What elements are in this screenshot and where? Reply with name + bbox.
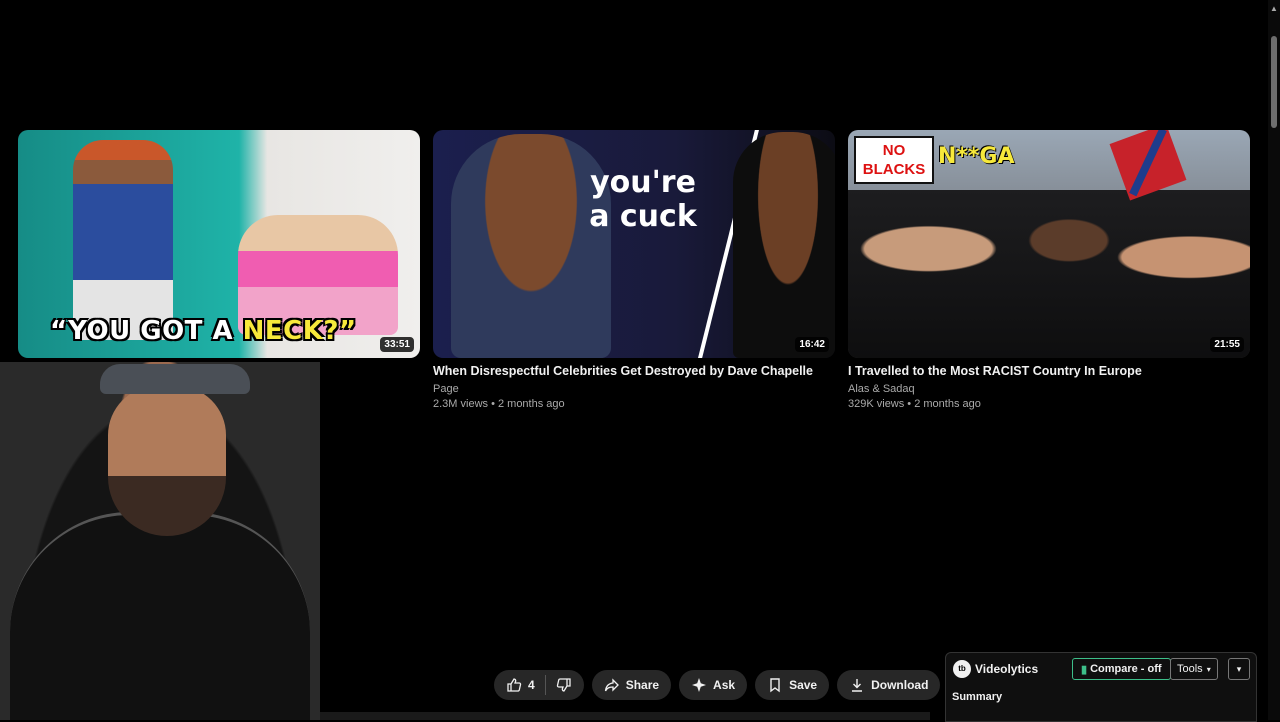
video-thumbnail[interactable]: NO BLACKS N**GA 21:55 [848, 130, 1250, 358]
video-title[interactable]: I Travelled to the Most RACIST Country I… [848, 364, 1250, 378]
tools-label: Tools [1177, 663, 1203, 675]
download-button[interactable]: Download [837, 670, 941, 700]
thumbnail-caption: you're a cuck [589, 165, 697, 234]
sparkle-icon [691, 677, 707, 693]
streamer-cap [100, 364, 250, 394]
save-button[interactable]: Save [755, 670, 830, 700]
videolytics-logo-icon: tb [953, 660, 971, 678]
thumbs-down-icon[interactable] [556, 677, 572, 693]
chevron-down-icon: ▾ [1206, 664, 1211, 674]
videolytics-brand: Videolytics [975, 662, 1039, 676]
share-button[interactable]: Share [591, 670, 672, 700]
thumbnail-caption: N**GA [938, 144, 1015, 169]
video-meta: 2.3M views • 2 months ago [433, 398, 565, 410]
channel-name[interactable]: Page [433, 383, 835, 395]
thumbs-up-icon[interactable] [506, 677, 522, 693]
summary-heading: Summary [952, 691, 1003, 703]
webcam-overlay [0, 362, 320, 720]
video-card-3[interactable]: NO BLACKS N**GA 21:55 I Travelled to the… [848, 130, 1250, 410]
like-separator [544, 675, 546, 695]
compare-label: Compare - off [1090, 663, 1162, 675]
streamer-body [10, 512, 310, 720]
thumbnail-caption: “YOU GOT A NECK?” [50, 316, 357, 346]
video-duration: 33:51 [380, 337, 414, 352]
thumbnail-person [73, 140, 173, 340]
channel-name[interactable]: Alas & Sadaq [848, 383, 1250, 395]
compare-toggle-button[interactable]: ▮ Compare - off [1072, 658, 1171, 680]
tools-dropdown[interactable]: Tools ▾ [1170, 658, 1218, 680]
video-meta: 329K views • 2 months ago [848, 398, 981, 410]
download-icon [849, 677, 865, 693]
scroll-up-arrow-icon[interactable]: ▲ [1270, 4, 1278, 13]
video-action-bar: 4 Share Ask Save Download ••• [494, 670, 979, 702]
page-scrollbar[interactable]: ▲ [1268, 0, 1280, 720]
video-duration: 21:55 [1210, 337, 1244, 352]
thumbnail-people [848, 190, 1250, 358]
video-thumbnail[interactable]: “YOU GOT A NECK?” 33:51 [18, 130, 420, 358]
bookmark-icon [767, 677, 783, 693]
bar-chart-icon: ▮ [1081, 663, 1088, 676]
like-count[interactable]: 4 [528, 678, 535, 692]
ask-label: Ask [713, 678, 736, 692]
like-dislike-group: 4 [494, 670, 584, 700]
ask-button[interactable]: Ask [679, 670, 748, 700]
share-label: Share [625, 678, 660, 692]
download-label: Download [871, 678, 929, 692]
panel-collapse-button[interactable]: ▾ [1228, 658, 1250, 680]
chevron-down-icon: ▾ [1236, 663, 1242, 674]
video-title[interactable]: When Disrespectful Celebrities Get Destr… [433, 364, 835, 378]
scrollbar-thumb[interactable] [1271, 36, 1277, 128]
videolytics-panel: tb Videolytics ▮ Compare - off Tools ▾ ▾… [945, 652, 1257, 722]
save-label: Save [789, 678, 818, 692]
description-edge [320, 712, 930, 720]
video-duration: 16:42 [795, 337, 829, 352]
share-icon [604, 677, 620, 693]
video-thumbnail[interactable]: you're a cuck 16:42 [433, 130, 835, 358]
thumbnail-person [733, 132, 835, 358]
streamer-face [108, 386, 226, 536]
video-card-2[interactable]: you're a cuck 16:42 When Disrespectful C… [433, 130, 835, 410]
thumbnail-sign: NO BLACKS [854, 136, 934, 184]
